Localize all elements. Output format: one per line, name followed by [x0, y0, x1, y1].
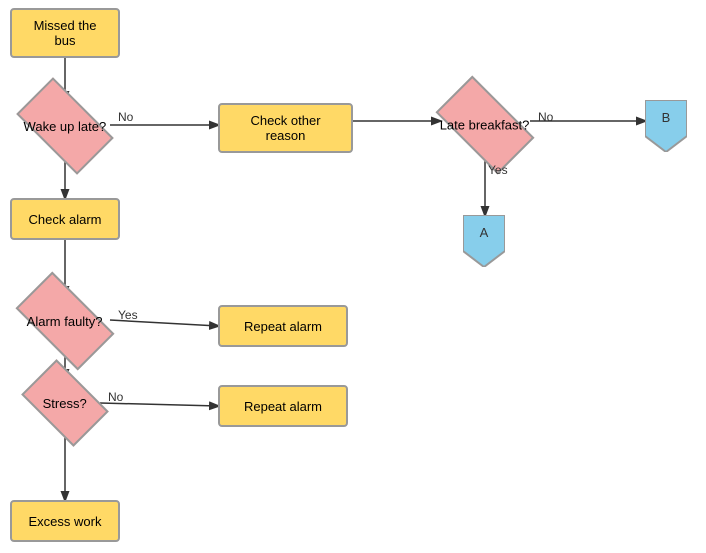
connector-a-svg: A: [463, 215, 505, 267]
no-stress-label: No: [108, 390, 123, 404]
arrows-svg: [0, 0, 706, 553]
connector-b-svg: B: [645, 100, 687, 152]
yes-alarm-label: Yes: [118, 308, 138, 322]
missed-bus-node: Missed the bus: [10, 8, 120, 58]
missed-bus-label: Missed the bus: [22, 18, 108, 48]
wake-up-late-node: Wake up late?: [16, 77, 114, 175]
check-alarm-node: Check alarm: [10, 198, 120, 240]
repeat-alarm-1-node: Repeat alarm: [218, 305, 348, 347]
flowchart: Missed the bus Wake up late? Check other…: [0, 0, 706, 553]
check-other-reason-label: Check other reason: [230, 113, 341, 143]
connector-a-node: A: [463, 215, 505, 270]
stress-node: Stress?: [21, 359, 109, 447]
repeat-alarm-2-node: Repeat alarm: [218, 385, 348, 427]
alarm-faulty-node: Alarm faulty?: [16, 272, 115, 371]
no-late-label: No: [538, 110, 553, 124]
check-other-reason-node: Check other reason: [218, 103, 353, 153]
alarm-faulty-label: Alarm faulty?: [27, 314, 103, 329]
svg-text:B: B: [662, 110, 671, 125]
no-wake-label: No: [118, 110, 133, 124]
svg-text:A: A: [480, 225, 489, 240]
wake-up-late-label: Wake up late?: [24, 119, 107, 134]
late-breakfast-node: Late breakfast?: [436, 76, 535, 175]
excess-work-label: Excess work: [29, 514, 102, 529]
connector-b-node: B: [645, 100, 687, 155]
repeat-alarm-1-label: Repeat alarm: [244, 319, 322, 334]
yes-late-label: Yes: [488, 163, 508, 177]
late-breakfast-label: Late breakfast?: [440, 118, 530, 133]
check-alarm-label: Check alarm: [29, 212, 102, 227]
excess-work-node: Excess work: [10, 500, 120, 542]
stress-label: Stress?: [43, 395, 87, 410]
repeat-alarm-2-label: Repeat alarm: [244, 399, 322, 414]
